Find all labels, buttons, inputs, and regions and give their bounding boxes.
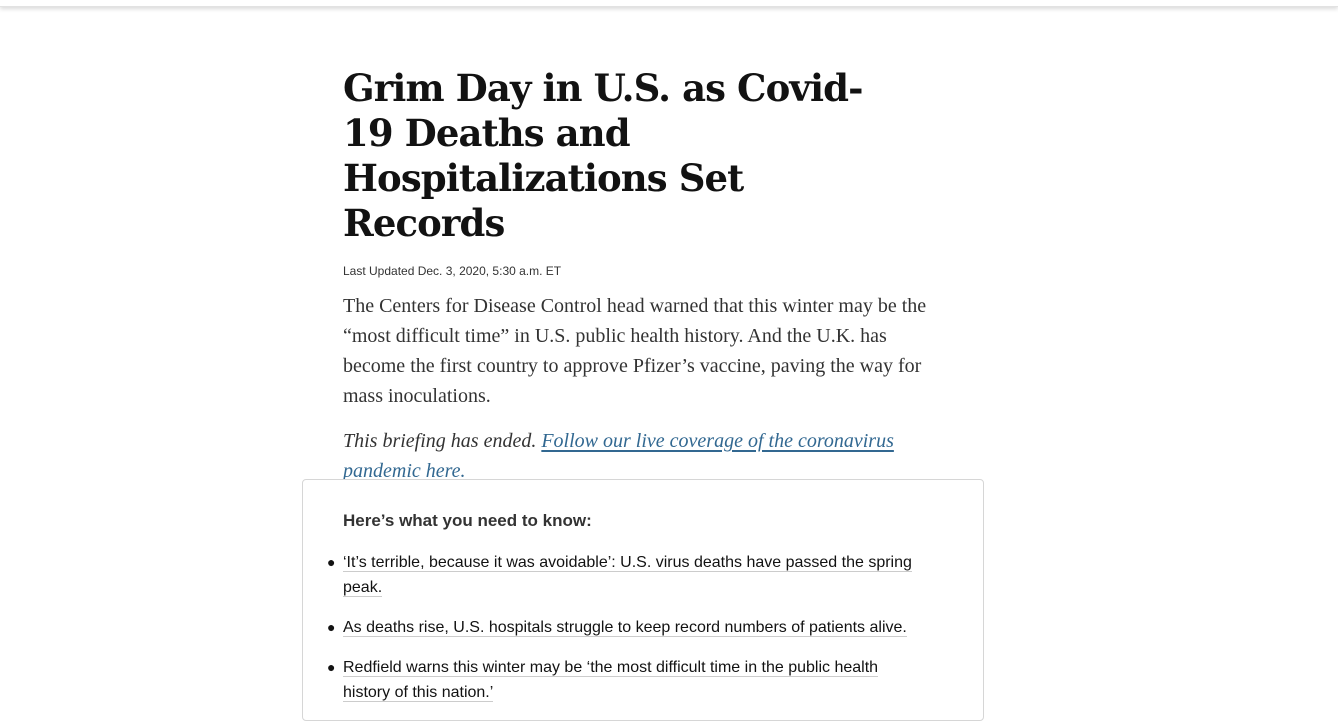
what-you-need-to-know-box: Here’s what you need to know: ● ‘It’s te…: [302, 479, 984, 721]
know-item-link-hospitals[interactable]: As deaths rise, U.S. hospitals struggle …: [343, 619, 907, 637]
bullet-icon: ●: [327, 659, 336, 675]
article-header: Grim Day in U.S. as Covid-19 Deaths and …: [343, 66, 943, 486]
list-item: ● As deaths rise, U.S. hospitals struggl…: [327, 615, 923, 640]
article-headline: Grim Day in U.S. as Covid-19 Deaths and …: [343, 66, 863, 245]
know-box-title: Here’s what you need to know:: [343, 511, 592, 530]
last-updated-timestamp: Last Updated Dec. 3, 2020, 5:30 a.m. ET: [343, 264, 562, 278]
know-item-link-virus-deaths[interactable]: ‘It’s terrible, because it was avoidable…: [343, 554, 912, 597]
bullet-icon: ●: [327, 619, 336, 635]
article-summary: The Centers for Disease Control head war…: [343, 295, 927, 407]
briefing-ended-note: This briefing has ended. Follow our live…: [343, 426, 943, 486]
bullet-icon: ●: [327, 554, 336, 570]
know-box-list: ● ‘It’s terrible, because it was avoidab…: [327, 550, 923, 720]
list-item: ● Redfield warns this winter may be ‘the…: [327, 655, 923, 705]
list-item: ● ‘It’s terrible, because it was avoidab…: [327, 550, 923, 600]
top-navigation-bar: [0, 0, 1338, 7]
briefing-ended-text: This briefing has ended.: [343, 430, 537, 452]
know-item-link-redfield[interactable]: Redfield warns this winter may be ‘the m…: [343, 659, 879, 702]
